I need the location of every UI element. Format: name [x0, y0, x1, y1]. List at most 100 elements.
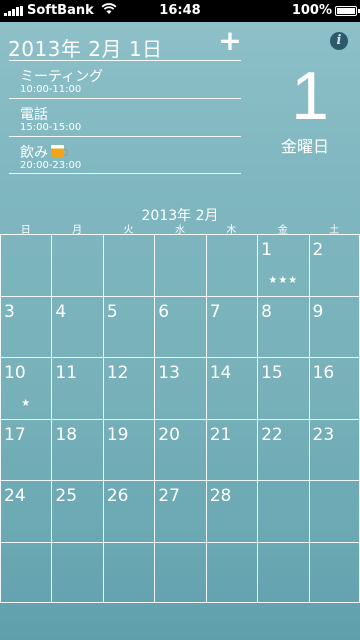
calendar-day-cell [257, 480, 309, 542]
day-number: 10 [4, 363, 26, 383]
weekday-label: 水 [174, 225, 185, 236]
calendar-day-cell[interactable]: 7 [205, 295, 258, 357]
calendar-week-row: 1 ★★★ 2 [0, 234, 360, 296]
event-title: 飲み [20, 145, 48, 161]
calendar-week-row: 17 18 19 20 21 22 23 [0, 418, 360, 480]
calendar-day-cell[interactable]: 23 [308, 418, 360, 480]
calendar-grid: 1 ★★★ 2 3 4 5 6 7 8 9 10 ★ 11 12 13 14 15 16 17 18 19 20 21 22 2… [0, 234, 360, 603]
calendar-week-row: 24 25 26 27 28 [0, 480, 360, 542]
day-number: 13 [158, 363, 180, 383]
day-number: 9 [312, 301, 324, 322]
calendar-day-cell[interactable]: 11 [51, 357, 103, 419]
calendar-week-row: 3 4 5 6 7 8 9 [0, 295, 360, 357]
calendar-day-cell[interactable]: 9 [308, 295, 360, 357]
day-number: 24 [4, 486, 26, 506]
day-number: 2 [312, 240, 324, 260]
calendar-day-cell [0, 234, 52, 296]
event-list: ミーティング 10:00-11:00 電話 15:00-15:00 飲み 20:… [9, 60, 241, 174]
day-number: 23 [312, 424, 335, 445]
calendar-day-cell[interactable]: 12 [102, 357, 155, 419]
weekday-label: 月 [72, 225, 83, 236]
calendar-day-cell [154, 234, 206, 296]
calendar-day-cell [51, 541, 103, 603]
calendar-day-cell[interactable]: 8 [257, 295, 309, 357]
day-number: 21 [209, 424, 232, 445]
calendar-day-cell [102, 541, 155, 603]
calendar-day-cell[interactable]: 14 [205, 357, 258, 419]
day-number: 18 [55, 424, 78, 445]
calendar-day-cell[interactable]: 22 [257, 418, 309, 480]
event-item[interactable]: ミーティング 10:00-11:00 [9, 60, 241, 98]
day-number: 14 [209, 363, 232, 383]
add-event-button[interactable]: + [218, 27, 242, 55]
weekday-label: 金 [277, 225, 288, 236]
day-number: 7 [209, 301, 221, 322]
calendar-day-cell[interactable]: 19 [102, 418, 155, 480]
calendar-week-row [0, 541, 360, 603]
day-number: 15 [261, 363, 283, 383]
event-item[interactable]: 電話 15:00-15:00 [9, 98, 241, 136]
calendar-day-cell[interactable]: 27 [154, 480, 206, 542]
day-number: 5 [106, 301, 118, 322]
day-number: 1 [261, 240, 272, 260]
calendar-day-cell[interactable]: 4 [51, 295, 103, 357]
calendar-day-cell [51, 234, 103, 296]
calendar-day-cell[interactable]: 24 [0, 480, 52, 542]
calendar-day-cell[interactable]: 20 [154, 418, 206, 480]
calendar-day-cell[interactable]: 1 ★★★ [257, 234, 309, 296]
day-number: 20 [158, 424, 180, 445]
calendar-week-row: 10 ★ 11 12 13 14 15 16 [0, 357, 360, 419]
day-number: 11 [55, 363, 78, 383]
weekday-label: 木 [226, 225, 237, 236]
beer-icon [51, 145, 68, 158]
event-marker-icon: ★★★ [268, 275, 299, 286]
battery-icon [335, 6, 360, 16]
event-time: 20:00-23:00 [20, 160, 82, 171]
calendar-day-cell[interactable]: 13 [154, 357, 206, 419]
day-number: 22 [261, 424, 283, 445]
calendar-day-cell[interactable]: 17 [0, 418, 52, 480]
day-number: 8 [261, 301, 272, 322]
event-time: 10:00-11:00 [20, 84, 82, 95]
event-marker-icon: ★ [21, 398, 32, 409]
calendar-day-cell [308, 480, 360, 542]
calendar-day-cell[interactable]: 3 [0, 295, 52, 357]
day-number: 25 [55, 486, 78, 506]
calendar-day-cell[interactable]: 18 [51, 418, 103, 480]
calendar-day-cell [308, 541, 360, 603]
calendar-day-cell [205, 541, 258, 603]
battery-percent: 100% [291, 3, 332, 18]
weekday-header: 日 月 火 水 木 金 土 [0, 221, 360, 236]
calendar-day-cell[interactable]: 21 [205, 418, 258, 480]
day-number: 28 [209, 486, 232, 506]
calendar-day-cell[interactable]: 5 [102, 295, 155, 357]
calendar-day-cell[interactable]: 6 [154, 295, 206, 357]
day-number: 17 [4, 424, 26, 445]
weekday-label: 火 [123, 225, 134, 236]
calendar-day-cell [102, 234, 155, 296]
calendar-day-cell[interactable]: 28 [205, 480, 258, 542]
calendar-day-cell[interactable]: 2 [308, 234, 360, 296]
day-number: 27 [158, 486, 180, 506]
calendar-day-cell [0, 541, 52, 603]
day-number: 12 [106, 363, 129, 383]
selected-weekday: 金曜日 [280, 137, 329, 156]
calendar-day-cell[interactable]: 16 [308, 357, 360, 419]
status-bar: SoftBank 16:48 100% [0, 0, 360, 22]
selected-day-number: 1 [291, 58, 329, 134]
day-number: 6 [158, 301, 170, 322]
day-number: 26 [106, 486, 129, 506]
calendar-day-cell[interactable]: 10 ★ [0, 357, 52, 419]
event-title: ミーティング [20, 69, 104, 85]
day-number: 3 [4, 301, 15, 322]
info-button[interactable]: i [330, 32, 348, 50]
event-time: 15:00-15:00 [20, 122, 82, 133]
weekday-label: 日 [20, 225, 31, 236]
event-title: 電話 [20, 107, 48, 123]
day-number: 16 [312, 363, 335, 383]
calendar-day-cell[interactable]: 26 [102, 480, 155, 542]
calendar-day-cell[interactable]: 15 [257, 357, 309, 419]
event-item[interactable]: 飲み 20:00-23:00 [9, 136, 241, 174]
calendar-day-cell[interactable]: 25 [51, 480, 103, 542]
day-number: 19 [106, 424, 129, 445]
